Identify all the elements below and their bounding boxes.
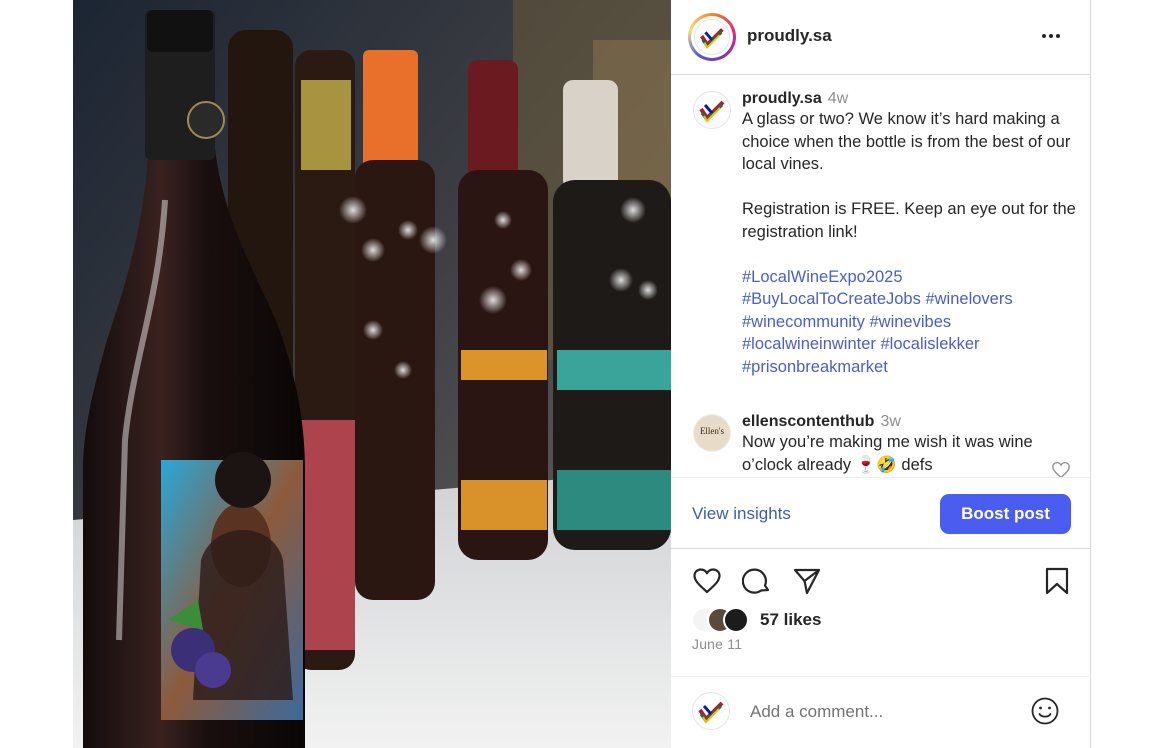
emoji-icon[interactable] bbox=[1030, 696, 1060, 726]
current-user-avatar bbox=[692, 692, 730, 730]
caption-time[interactable]: 4w bbox=[828, 90, 848, 107]
comment-username[interactable]: ellenscontenthub bbox=[742, 413, 874, 430]
caption-paragraph: Registration is FREE. Keep an eye out fo… bbox=[742, 200, 1076, 241]
hashtag-link[interactable]: #winevibes bbox=[869, 313, 951, 331]
share-icon[interactable] bbox=[792, 566, 822, 596]
comments-section[interactable]: proudly.sa 4w A glass or two? We know it’… bbox=[671, 75, 1090, 477]
insights-bar: View insights Boost post bbox=[671, 477, 1090, 549]
hashtag-link[interactable]: #localwineinwinter bbox=[742, 335, 876, 353]
hashtag-link[interactable]: #BuyLocalToCreateJobs bbox=[742, 290, 921, 308]
hashtag-link[interactable]: #LocalWineExpo2025 bbox=[742, 268, 903, 286]
post-date: June 11 bbox=[692, 636, 743, 652]
comment-text: Now you’re making me wish it was wine o’… bbox=[742, 433, 1033, 474]
header-username[interactable]: proudly.sa bbox=[747, 26, 832, 46]
commenter-avatar[interactable]: Ellen's bbox=[693, 414, 731, 452]
post-header: proudly.sa bbox=[671, 0, 1090, 75]
add-comment-input[interactable] bbox=[748, 699, 1012, 725]
view-insights-link[interactable]: View insights bbox=[692, 504, 791, 524]
bookmark-icon[interactable] bbox=[1042, 566, 1072, 596]
wine-bottles-image bbox=[73, 0, 671, 748]
comment-box bbox=[671, 676, 1091, 748]
story-ring[interactable] bbox=[688, 13, 736, 61]
more-options-icon[interactable] bbox=[1040, 24, 1070, 48]
boost-post-button[interactable]: Boost post bbox=[940, 494, 1071, 534]
hashtag-link[interactable]: #localislekker bbox=[881, 335, 980, 353]
hashtag-link[interactable]: #winecommunity bbox=[742, 313, 865, 331]
caption-username[interactable]: proudly.sa bbox=[742, 90, 822, 107]
hashtag-link[interactable]: #prisonbreakmarket bbox=[742, 358, 888, 376]
proudly-sa-logo bbox=[694, 19, 730, 55]
commenter-avatar-text: Ellen's bbox=[699, 426, 725, 436]
hashtag-link[interactable]: #winelovers bbox=[925, 290, 1012, 308]
liker-avatar bbox=[723, 607, 749, 633]
comment-like-icon[interactable] bbox=[1051, 461, 1071, 477]
comment: ellenscontenthub 3w Now you’re making me … bbox=[742, 413, 1042, 476]
caption-avatar[interactable] bbox=[693, 91, 731, 129]
post-photo bbox=[73, 0, 671, 748]
post-caption: proudly.sa 4w A glass or two? We know it’… bbox=[742, 90, 1082, 378]
caption-hashtags: #LocalWineExpo2025 #BuyLocalToCreateJobs… bbox=[742, 266, 1082, 379]
heart-icon[interactable] bbox=[692, 566, 722, 596]
likes-count[interactable]: 57 likes bbox=[760, 610, 821, 630]
comment-icon[interactable] bbox=[742, 566, 772, 596]
caption-paragraph: A glass or two? We know it’s hard making… bbox=[742, 110, 1071, 173]
comment-time[interactable]: 3w bbox=[880, 413, 900, 430]
